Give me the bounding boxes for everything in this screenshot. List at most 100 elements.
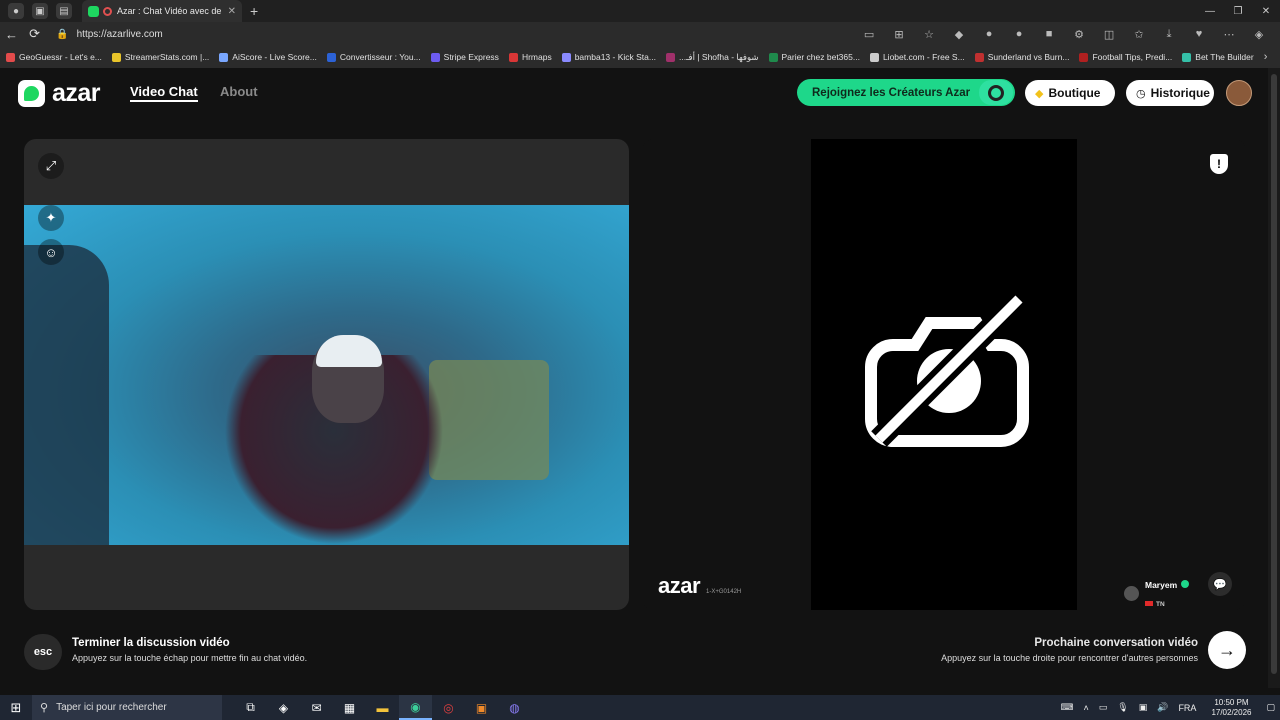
video-background: [24, 245, 109, 545]
extension-diamond-icon[interactable]: ◆: [944, 28, 974, 41]
bookmarks-bar: GeoGuessr - Let's e... StreamerStats.com…: [0, 46, 1280, 68]
keyboard-icon[interactable]: ⌨: [1060, 702, 1073, 713]
history-button[interactable]: ◷ Historique: [1126, 80, 1214, 106]
report-shield-icon[interactable]: !: [1210, 154, 1228, 174]
magic-wand-icon[interactable]: ✦: [38, 205, 64, 231]
browser-essentials-icon[interactable]: ♥: [1184, 28, 1214, 40]
bookmark-item[interactable]: Convertisseur : You...: [326, 52, 421, 62]
volume-icon[interactable]: 🔊: [1157, 702, 1168, 713]
mail-app-icon[interactable]: ✉: [300, 695, 333, 720]
close-tab-icon[interactable]: ✕: [228, 6, 236, 17]
language-indicator[interactable]: FRA: [1178, 703, 1196, 713]
network-icon[interactable]: ▭: [1099, 702, 1108, 713]
video-person: [316, 335, 382, 367]
store-app-icon[interactable]: ▦: [333, 695, 366, 720]
watermark-code: 1-X+G0142H: [706, 589, 742, 595]
bookmark-item[interactable]: Hrmaps: [508, 52, 552, 62]
settings-more-icon[interactable]: ⋯: [1214, 28, 1244, 41]
peer-avatar: [1124, 585, 1139, 601]
history-label: Historique: [1150, 86, 1210, 100]
azar-logo-icon: [18, 80, 45, 107]
copilot-app-icon[interactable]: ◈: [267, 695, 300, 720]
scrollbar-thumb[interactable]: [1271, 74, 1277, 674]
recorder-app-icon[interactable]: ◎: [432, 695, 465, 720]
bookmark-item[interactable]: StreamerStats.com |...: [111, 52, 209, 62]
copilot-icon[interactable]: ◈: [1244, 28, 1274, 41]
bookmark-item[interactable]: Parier chez bet365...: [768, 52, 860, 62]
user-avatar[interactable]: [1226, 80, 1252, 106]
extension-blue-icon[interactable]: ●: [1004, 28, 1034, 40]
task-view-icon[interactable]: ⧉: [234, 695, 267, 720]
tab-title: Azar : Chat Vidéo avec de n: [117, 6, 224, 16]
chat-bubble-icon[interactable]: 💬: [1208, 572, 1232, 596]
camera-permission-icon[interactable]: ▭: [854, 28, 884, 41]
esc-end-button[interactable]: esc: [24, 634, 62, 670]
app-available-icon[interactable]: ⊞: [884, 28, 914, 41]
notifications-icon[interactable]: ▢: [1266, 702, 1275, 713]
clock-time: 10:50 PM: [1214, 697, 1249, 707]
tray-overflow-icon[interactable]: ˄: [1083, 703, 1088, 713]
peer-info[interactable]: Maryem TN: [1124, 575, 1190, 611]
profile-icon[interactable]: ●: [8, 3, 24, 19]
search-icon: ⚲: [40, 702, 49, 714]
favorite-star-icon[interactable]: ☆: [914, 28, 944, 41]
system-tray: ⌨ ˄ ▭ 🎙 ▣ 🔊 FRA 10:50 PM 17/02/2026 ▢: [1055, 698, 1280, 718]
split-screen-icon[interactable]: ◫: [1094, 28, 1124, 41]
bookmark-item[interactable]: Sunderland vs Burn...: [974, 52, 1069, 62]
clock-icon: ◷: [1136, 87, 1146, 100]
new-tab-icon[interactable]: +: [250, 3, 258, 19]
close-window-icon[interactable]: ✕: [1252, 6, 1280, 17]
maximize-icon[interactable]: ❐: [1224, 6, 1252, 17]
lock-icon[interactable]: 🔒: [56, 29, 68, 40]
bookmark-item[interactable]: bamba13 - Kick Sta...: [561, 52, 656, 62]
nav-video-chat[interactable]: Video Chat: [130, 84, 198, 102]
address-bar-row: ← ⟳ 🔒 https://azarlive.com ▭ ⊞ ☆ ◆ ● ● ■…: [0, 22, 1280, 46]
extension-red-icon[interactable]: ●: [974, 28, 1004, 40]
url-field[interactable]: 🔒 https://azarlive.com: [56, 25, 854, 43]
downloads-icon[interactable]: ⤓: [1154, 28, 1184, 41]
bookmark-item[interactable]: Liobet.com - Free S...: [869, 52, 965, 62]
bookmark-item[interactable]: Football Tips, Predi...: [1079, 52, 1172, 62]
recording-icon: [103, 6, 112, 16]
clock-date: 17/02/2026: [1211, 707, 1252, 717]
creators-badge-icon: [979, 80, 1013, 105]
file-explorer-icon[interactable]: ▬: [366, 695, 399, 720]
favorites-icon[interactable]: ✩: [1124, 28, 1154, 41]
workspaces-icon[interactable]: ▣: [32, 3, 48, 19]
bookmark-item[interactable]: Stripe Express: [430, 52, 499, 62]
bookmark-item[interactable]: GeoGuessr - Let's e...: [6, 52, 102, 62]
minimize-icon[interactable]: —: [1196, 6, 1224, 17]
face-effects-icon[interactable]: ☺: [38, 239, 64, 265]
refresh-icon[interactable]: ⟳: [23, 26, 46, 42]
shop-button[interactable]: ◆ Boutique: [1025, 80, 1115, 106]
self-video-panel: ⤢ ✦ ☺: [24, 139, 629, 610]
windows-start-icon[interactable]: ⊞: [0, 700, 32, 716]
bookmarks-overflow-icon[interactable]: ›: [1264, 51, 1268, 63]
expand-icon[interactable]: ⤢: [38, 153, 64, 179]
self-video-feed: [24, 205, 629, 545]
microphone-icon[interactable]: 🎙: [1117, 702, 1128, 713]
page-scrollbar[interactable]: [1268, 68, 1280, 688]
azar-logo[interactable]: azar: [18, 79, 101, 108]
camera-tray-icon[interactable]: ▣: [1139, 702, 1148, 713]
extension-green-icon[interactable]: ■: [1034, 28, 1064, 40]
bookmark-item[interactable]: AiScore - Live Score...: [219, 52, 317, 62]
peer-name: Maryem: [1145, 580, 1178, 590]
browser-tab-azar[interactable]: Azar : Chat Vidéo avec de n ✕: [82, 0, 242, 22]
edge-browser-icon[interactable]: ◉: [399, 695, 432, 720]
nav-about[interactable]: About: [220, 84, 258, 99]
join-creators-button[interactable]: Rejoignez les Créateurs Azar: [797, 79, 1015, 106]
bookmark-item[interactable]: Bet The Builder: [1182, 52, 1254, 62]
back-icon[interactable]: ←: [0, 27, 23, 42]
tab-actions-icon[interactable]: ▤: [56, 3, 72, 19]
extensions-icon[interactable]: ⚙: [1064, 28, 1094, 41]
clock[interactable]: 10:50 PM 17/02/2026: [1211, 698, 1251, 718]
video-background: [429, 360, 549, 480]
next-chat-button[interactable]: →: [1208, 631, 1246, 669]
bookmark-item[interactable]: ...أفـ | Shofha - شوفها: [665, 52, 759, 63]
shop-label: Boutique: [1048, 86, 1101, 100]
discord-app-icon[interactable]: ◍: [498, 695, 531, 720]
watermark-text: azar: [658, 573, 701, 598]
taskbar-search[interactable]: ⚲ Taper ici pour rechercher: [32, 695, 222, 720]
editor-app-icon[interactable]: ▣: [465, 695, 498, 720]
